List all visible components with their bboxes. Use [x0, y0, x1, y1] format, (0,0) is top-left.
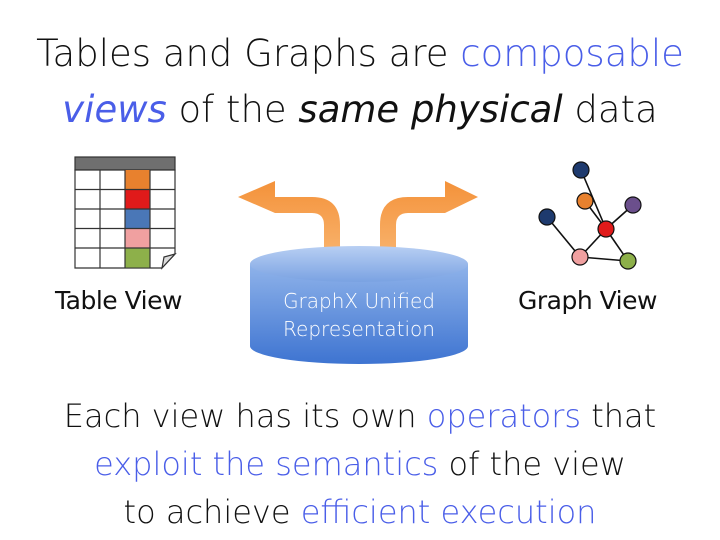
table-cell-pink	[125, 228, 150, 248]
graph-node-purple	[624, 196, 642, 214]
graph-node-navy-top	[572, 161, 590, 179]
graph-view-label: Graph View	[518, 286, 657, 315]
caption-text: Each view has its own	[63, 397, 427, 435]
caption-text: that	[581, 397, 657, 435]
graph-node-green	[619, 252, 637, 270]
graph-node-navy-left	[538, 208, 556, 226]
table-cell-red	[125, 189, 150, 209]
table-cell-blue	[125, 209, 150, 229]
graph-icon	[538, 161, 642, 270]
table-header-row	[74, 156, 176, 171]
caption-line-1: Each view has its own operators that	[0, 392, 720, 440]
unified-representation-cylinder: GraphX Unified Representation	[250, 246, 468, 364]
table-view-label: Table View	[55, 286, 182, 315]
slide-caption: Each view has its own operators that exp…	[0, 392, 720, 536]
table-cell-orange	[125, 170, 150, 190]
cylinder-label-line1: GraphX Unified	[283, 289, 435, 313]
caption-highlight-efficient: efficient execution	[300, 493, 597, 531]
cylinder-label-line2: Representation	[283, 317, 435, 341]
caption-highlight-operators: operators	[426, 397, 582, 435]
caption-line-2: exploit the semantics of the view	[0, 440, 720, 488]
graph-edges	[546, 169, 634, 262]
graph-node-red	[597, 220, 615, 238]
caption-line-3: to achieve efficient execution	[0, 488, 720, 536]
caption-highlight-exploit: exploit the semantics	[94, 445, 439, 483]
graph-node-pink	[571, 248, 589, 266]
caption-text: of the view	[438, 445, 626, 483]
cylinder-top	[250, 246, 468, 282]
table-cell-green	[125, 248, 150, 268]
caption-text: to achieve	[123, 493, 301, 531]
graph-node-orange	[576, 192, 594, 210]
table-icon	[74, 156, 177, 270]
